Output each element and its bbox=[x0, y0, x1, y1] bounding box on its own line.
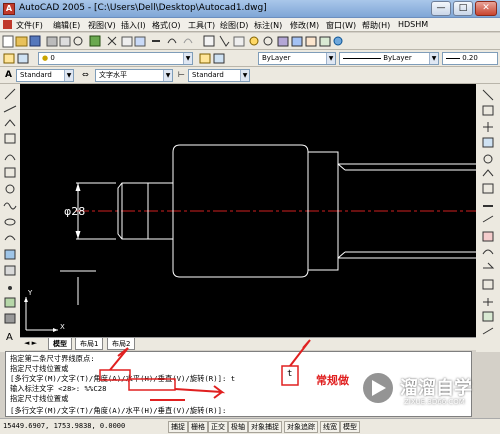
otrack-toggle[interactable]: 对象追踪 bbox=[284, 421, 318, 433]
coordinate-readout: 15449.6907, 1753.9838, 0.0000 bbox=[3, 422, 126, 430]
chevron-down-icon: ▼ bbox=[163, 70, 172, 81]
menu-bar: 文件(F) 编辑(E) 视图(V) 插入(I) 格式(O) 工具(T) 绘图(D… bbox=[0, 18, 500, 32]
close-button[interactable]: ✕ bbox=[475, 1, 497, 16]
dim-style-icon: ⊢ bbox=[178, 70, 185, 79]
svg-text:A: A bbox=[6, 332, 13, 343]
linetype-value: ByLayer bbox=[383, 54, 412, 62]
chevron-down-icon: ▼ bbox=[240, 70, 249, 81]
autocad-app-icon[interactable]: A bbox=[3, 3, 15, 15]
standard-toolbar-icons bbox=[2, 35, 343, 48]
dimension-label: φ28 bbox=[64, 205, 86, 218]
modify-toolbar bbox=[476, 84, 500, 352]
menu-insert[interactable]: 插入(I) bbox=[121, 20, 146, 31]
maximize-button[interactable]: □ bbox=[453, 1, 473, 16]
standard-toolbar bbox=[0, 33, 500, 50]
chevron-down-icon: ▼ bbox=[183, 53, 192, 64]
lineweight-value: 0.20 bbox=[462, 54, 478, 62]
layer-value: 0 bbox=[50, 54, 55, 62]
menu-edit[interactable]: 编辑(E) bbox=[53, 20, 80, 31]
color-dropdown[interactable]: ByLayer ▼ bbox=[258, 52, 336, 65]
layer-bulb-icon: ● bbox=[42, 54, 49, 62]
document-icon[interactable] bbox=[3, 20, 12, 29]
watermark: 溜溜自学 ZIXUE.3D66.COM bbox=[360, 366, 500, 418]
drawing-svg bbox=[24, 144, 476, 332]
text-style-icon: A bbox=[5, 70, 12, 80]
ucs-y-label: Y bbox=[28, 289, 33, 297]
modify-toolbar-icons bbox=[482, 89, 495, 335]
lineweight-sample bbox=[446, 57, 460, 59]
title-bar: A AutoCAD 2005 - [C:\Users\Dell\Desktop\… bbox=[0, 0, 500, 18]
layer-toolbar: ● 0 ▼ ByLayer ▼ ByLayer ▼ 0.20 bbox=[0, 50, 500, 67]
menu-window[interactable]: 窗口(W) bbox=[326, 20, 356, 31]
menu-format[interactable]: 格式(O) bbox=[152, 20, 181, 31]
text-align-icon: ⇔ bbox=[82, 70, 89, 79]
menu-file[interactable]: 文件(F) bbox=[16, 20, 43, 31]
tab-layout2[interactable]: 布局2 bbox=[107, 338, 136, 350]
snap-toggle[interactable]: 捕捉 bbox=[168, 421, 188, 433]
styles-toolbar: A Standard ▼ ⇔ 文字水平 ▼ ⊢ Standard ▼ bbox=[0, 67, 500, 84]
tab-nav-arrows[interactable]: ◄ ► bbox=[24, 339, 37, 347]
chevron-down-icon: ▼ bbox=[64, 70, 73, 81]
layer-dropdown[interactable]: ● 0 ▼ bbox=[38, 52, 193, 65]
window-title: AutoCAD 2005 - [C:\Users\Dell\Desktop\Au… bbox=[19, 3, 267, 13]
chevron-down-icon: ▼ bbox=[429, 53, 438, 64]
lineweight-dropdown[interactable]: 0.20 bbox=[442, 52, 498, 65]
watermark-brand: 溜溜自学 bbox=[400, 378, 472, 399]
text-style-dropdown[interactable]: Standard ▼ bbox=[16, 69, 74, 82]
polar-toggle[interactable]: 极轴 bbox=[228, 421, 248, 433]
dim-style-value: Standard bbox=[192, 71, 224, 79]
ucs-x-label: X bbox=[60, 323, 65, 331]
watermark-url: ZIXUE.3D66.COM bbox=[404, 398, 465, 406]
lineweight-toggle[interactable]: 线宽 bbox=[320, 421, 340, 433]
linetype-sample bbox=[343, 57, 381, 59]
command-line-3: [多行文字(M)/文字(T)/角度(A)/水平(H)/垂直(V)/旋转(R)]:… bbox=[10, 374, 236, 383]
status-bar: 15449.6907, 1753.9838, 0.0000 捕捉 栅格 正交 极… bbox=[0, 418, 500, 434]
draw-toolbar-icons: A bbox=[3, 88, 17, 343]
command-line-1: 指定第二条尺寸界线原点: bbox=[10, 354, 95, 363]
tab-layout1[interactable]: 布局1 bbox=[75, 338, 104, 350]
tab-model[interactable]: 模型 bbox=[48, 338, 72, 350]
text-align-value: 文字水平 bbox=[99, 71, 127, 79]
menu-view[interactable]: 视图(V) bbox=[88, 20, 116, 31]
drawing-canvas[interactable]: φ28 Y X bbox=[20, 84, 476, 337]
dim-style-dropdown[interactable]: Standard ▼ bbox=[188, 69, 250, 82]
menu-hdshm[interactable]: HDSHM bbox=[398, 20, 428, 29]
typed-key-label: t bbox=[287, 369, 293, 379]
linetype-dropdown[interactable]: ByLayer ▼ bbox=[339, 52, 439, 65]
dim-arrow-bottom bbox=[75, 231, 81, 239]
dim-arrow-top bbox=[75, 183, 81, 191]
command-line-4: 输入标注文字 <28>: %%C28 bbox=[10, 384, 107, 393]
command-line-5: 指定尺寸线位置或 bbox=[10, 394, 69, 403]
text-align-dropdown[interactable]: 文字水平 ▼ bbox=[95, 69, 173, 82]
grid-toggle[interactable]: 栅格 bbox=[188, 421, 208, 433]
text-style-value: Standard bbox=[20, 71, 52, 79]
ortho-toggle[interactable]: 正交 bbox=[208, 421, 228, 433]
layout-tabs: ◄ ► 模型 布局1 布局2 bbox=[20, 337, 476, 350]
color-value: ByLayer bbox=[262, 54, 291, 62]
menu-dimension[interactable]: 标注(N) bbox=[254, 20, 282, 31]
model-toggle[interactable]: 模型 bbox=[340, 421, 360, 433]
draw-toolbar: A bbox=[0, 84, 20, 352]
menu-help[interactable]: 帮助(H) bbox=[362, 20, 390, 31]
chevron-down-icon: ▼ bbox=[326, 53, 335, 64]
annotation-note: 常规做 bbox=[316, 374, 349, 387]
minimize-button[interactable]: — bbox=[431, 1, 451, 16]
menu-modify[interactable]: 修改(M) bbox=[290, 20, 319, 31]
osnap-toggle[interactable]: 对象捕捉 bbox=[248, 421, 282, 433]
command-line-2: 指定尺寸线位置或 bbox=[10, 364, 69, 373]
menu-tools[interactable]: 工具(T) bbox=[188, 20, 215, 31]
menu-draw[interactable]: 绘图(D) bbox=[220, 20, 248, 31]
command-input-line[interactable]: [多行文字(M)/文字(T)/角度(A)/水平(H)/垂直(V)/旋转(R)]: bbox=[10, 406, 226, 416]
